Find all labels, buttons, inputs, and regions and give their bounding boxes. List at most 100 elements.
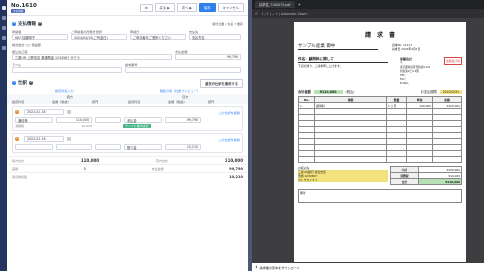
zoom-controls[interactable]: 1 / 1 | − + | Automatic Zoom ⁝	[262, 12, 309, 16]
col-dept: 部門	[92, 100, 99, 104]
credit-account-select[interactable]: 預り金	[124, 144, 162, 150]
document-icon[interactable]	[1, 16, 6, 20]
invoice-items-table: No. 摘要 数量 単価 金額 1 顧問料 1 ヶ月 100,000 ¥100,…	[297, 96, 463, 163]
download-original-bar[interactable]: ⬇ 請求書の原本をダウンロード	[252, 263, 484, 271]
credit-total-value: 110,000	[224, 158, 243, 163]
debit-amount-field[interactable]: 110,000	[56, 117, 92, 123]
help-icon[interactable]: ?	[29, 81, 33, 85]
col-dept-credit: 部門	[208, 100, 215, 104]
company-stamp: 加藤会計印	[444, 57, 462, 65]
label-select[interactable]	[12, 67, 122, 73]
due-value: 2022/5/31	[439, 89, 462, 94]
partner-tag: サンプル株式会社	[123, 124, 151, 128]
tab-tax-preview[interactable]: 税区分別（仕訳プレビュー）	[160, 88, 200, 93]
bill-to-company: サンプル産業	[298, 44, 325, 49]
apply-past-entry-button[interactable]: 過去の仕訳を適用する	[200, 78, 243, 88]
grand-value: ¥110,000	[417, 178, 463, 185]
pdf-viewer: 請求書_7100075.pdf + ☰ 1 / 1 | − + | Automa…	[252, 0, 484, 271]
credit-account-select[interactable]: 未払金	[124, 117, 162, 123]
entry-number: 1	[15, 110, 19, 114]
debit-dept-select[interactable]	[95, 117, 121, 123]
col-account-credit: 勘定科目	[128, 100, 141, 104]
bank-field[interactable]: 三菱UFJ 上野支店 普通預金 1234567 サクラ	[12, 54, 172, 60]
applicant-select[interactable]: 087:加藤明子	[12, 34, 68, 40]
payment-label: 支払金額	[151, 166, 164, 171]
delete-entry-link[interactable]: この仕訳を削除	[218, 110, 240, 115]
credit-amount-field[interactable]: 10,210	[165, 144, 201, 150]
grand-label: 合計	[390, 178, 419, 185]
cancel-button[interactable]: キャンセル	[217, 3, 244, 12]
entry-date-field[interactable]: 2022-01-16	[24, 109, 64, 115]
totals-row: 借方合計 110,000 貸方合計 110,000	[7, 156, 248, 164]
settings-icon[interactable]	[1, 46, 6, 50]
detail-section-header: ▾ 仕訳 ? 過去の仕訳を適用する	[7, 78, 248, 88]
invoice-number-field[interactable]	[125, 67, 241, 73]
tax-amount: 10,000	[81, 124, 93, 128]
payment-value: 99,790	[229, 166, 243, 171]
withholding-row: 源泉徴収税 10,210	[7, 172, 248, 180]
date-field[interactable]: 2024/04/15(ご代金日)	[71, 34, 127, 40]
debit-total-label: 借方合計	[12, 158, 25, 163]
chart-icon[interactable]	[1, 36, 6, 40]
withholding-label: 源泉徴収税	[12, 174, 28, 179]
form-header: No.1610 支払依頼 ⧉ 戻る ▶ 次へ ▶ 保存 キャンセル	[7, 0, 248, 16]
debit-amount-field[interactable]	[56, 144, 92, 150]
bank-line-3: カトウカイケイ	[298, 178, 388, 182]
total-field[interactable]: 99,790	[175, 54, 241, 60]
calendar-icon[interactable]	[67, 110, 71, 114]
calendar-icon[interactable]	[67, 137, 71, 141]
credit-amount-field[interactable]: 99,790	[165, 117, 201, 123]
payee-field[interactable]: ご申請者をご選択ください	[130, 34, 186, 40]
payee-select[interactable]: 支払先名	[189, 34, 241, 40]
honorific: 御中	[326, 44, 336, 49]
issuer-mail: E-Mail：	[400, 82, 411, 85]
download-original-link[interactable]: 請求書の原本をダウンロード	[260, 265, 300, 270]
detail-section-title: 仕訳	[18, 81, 27, 86]
debit-account-select[interactable]	[15, 144, 53, 150]
diff-value: 0	[83, 166, 86, 171]
invoice-title: 請 求 書	[364, 32, 395, 39]
tab-account-input[interactable]: 勘定科目入力	[55, 88, 74, 93]
entry-number: 2	[15, 137, 19, 141]
payment-form-panel: No.1610 支払依頼 ⧉ 戻る ▶ 次へ ▶ 保存 キャンセル ▾ 支払情報…	[7, 0, 248, 271]
invoice-date-label: 請求日	[392, 47, 401, 51]
expand-icon[interactable]: ▾	[12, 81, 16, 85]
expand-icon[interactable]: ▾	[12, 22, 16, 26]
new-tab-icon[interactable]: +	[298, 2, 301, 7]
next-button[interactable]: 次へ ▶	[176, 3, 197, 12]
credit-total-label: 貸方合計	[155, 158, 168, 163]
delete-entry-link[interactable]: この仕訳を削除	[218, 137, 240, 142]
pdf-tab[interactable]: 請求書_7100075.pdf	[255, 1, 295, 8]
basic-section-header: ▾ 支払情報 ? 添付文書 / 支払 ▾ 既存	[7, 20, 248, 28]
save-button[interactable]: 保存	[198, 3, 216, 12]
attachment-meta[interactable]: 添付文書 / 支払 ▾ 既存	[212, 22, 243, 26]
download-icon: ⬇	[255, 265, 258, 269]
pdf-page: 請 求 書 サンプル産業 御中 請求No. 11111 請求日 2022年4月1…	[294, 22, 466, 262]
help-icon[interactable]: ?	[38, 22, 42, 26]
debit-account-select[interactable]: 通信費	[15, 117, 53, 123]
due-label: お支払期限	[420, 90, 437, 94]
back-button[interactable]: 戻る ▶	[154, 3, 175, 12]
copy-button[interactable]: ⧉	[140, 3, 153, 12]
total-amount-value: ¥110,000	[313, 89, 343, 94]
invoice-date: 2022年4月1日	[401, 47, 421, 51]
payee-company-value: 株式会社 ○○ 建設部	[12, 43, 42, 47]
record-number: No.1610	[11, 2, 37, 9]
journal-entry-card: 2 2022-01-16 この仕訳を削除 預り金 10,210	[12, 133, 243, 153]
remarks-label: 備考	[300, 191, 306, 195]
remarks-box: 備考	[298, 189, 462, 203]
invoice-greeting: 下記の通り、ご請求申し上げます。	[298, 64, 343, 68]
table-row	[297, 156, 463, 163]
home-icon[interactable]	[1, 6, 6, 10]
list-icon[interactable]	[1, 26, 6, 30]
pdf-toolbar: ☰ 1 / 1 | − + | Automatic Zoom ⁝	[252, 9, 484, 18]
summary-table: 小計 ¥100,000 消費税 ¥10,000 合計 ¥110,000	[390, 166, 463, 185]
col-account: 勘定科目	[12, 100, 25, 104]
journal-entry-card: 1 2022-01-16 この仕訳を削除 通信費 110,000 未払金 99,…	[12, 106, 243, 131]
debit-dept-select[interactable]	[95, 144, 121, 150]
status-badge: 支払依頼	[11, 8, 26, 13]
sidebar-toggle-icon[interactable]: ☰	[255, 12, 258, 16]
diff-label: 差額	[12, 166, 19, 171]
entry-date-field[interactable]: 2022-01-16	[24, 136, 64, 142]
basic-section-title: 支払情報	[18, 22, 36, 27]
